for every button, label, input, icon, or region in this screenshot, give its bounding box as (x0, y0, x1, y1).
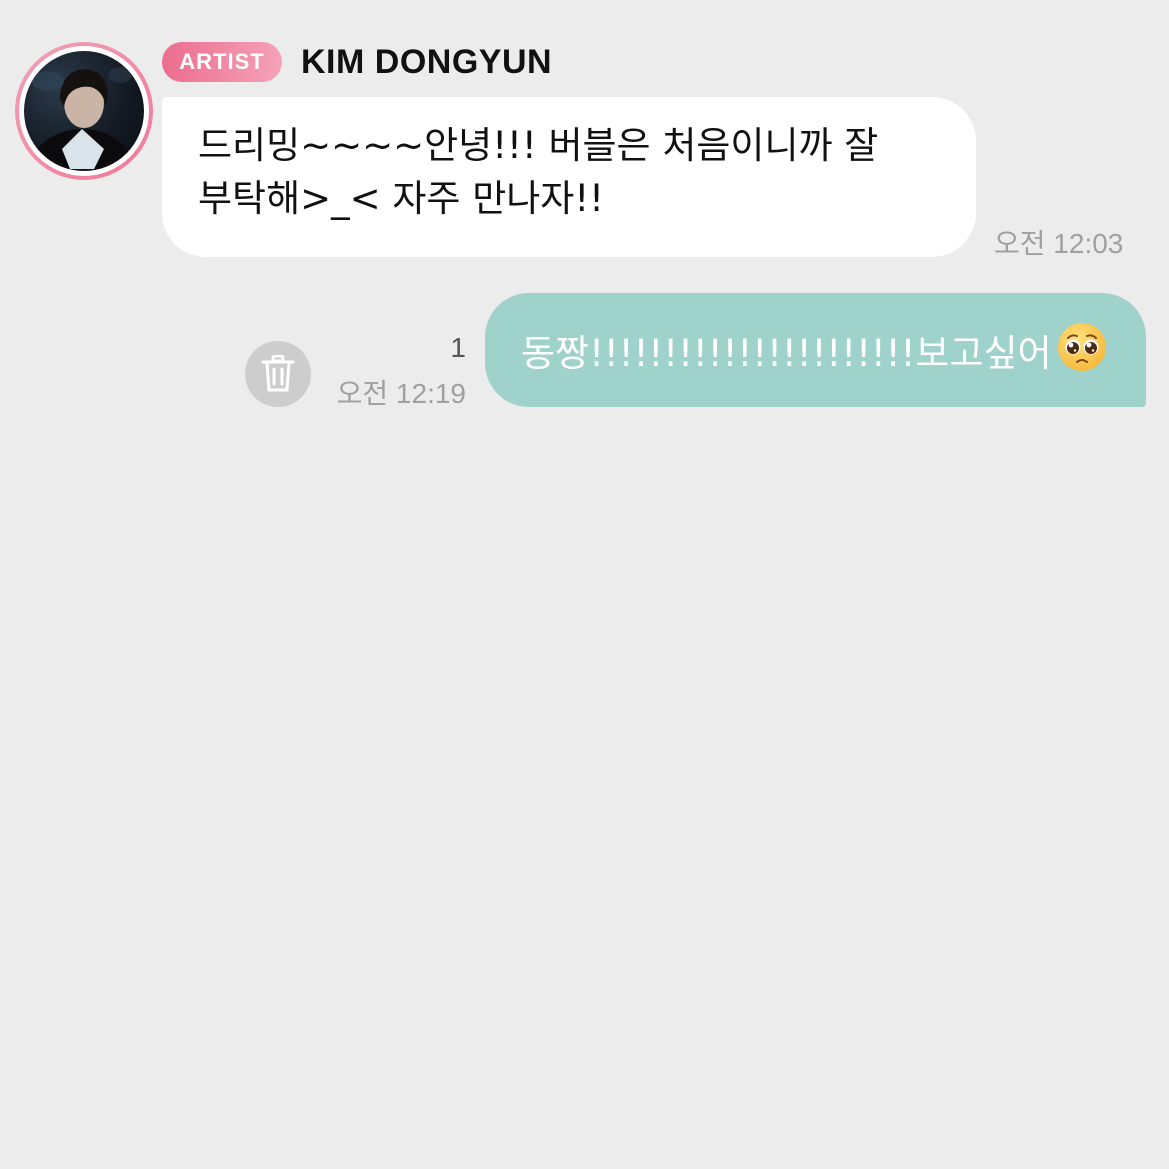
avatar-border (19, 46, 149, 176)
unread-count: 1 (450, 332, 466, 363)
outgoing-message-time: 오전 12:19 (336, 378, 466, 409)
avatar-portrait-icon (30, 67, 134, 169)
artist-badge: ARTIST (162, 42, 282, 82)
incoming-message-bubble[interactable]: 드리밍~~~~안녕!!! 버블은 처음이니까 잘 부탁해>_< 자주 만나자!! (162, 97, 976, 257)
outgoing-message-text: 동짱!!!!!!!!!!!!!!!!!!!!!!보고싶어 (521, 332, 1052, 375)
sender-name: KIM DONGYUN (301, 43, 553, 81)
delete-message-button[interactable] (245, 341, 311, 407)
artist-avatar[interactable] (15, 42, 153, 180)
trash-icon (261, 355, 295, 392)
incoming-message-text: 드리밍~~~~안녕!!! 버블은 처음이니까 잘 부탁해>_< 자주 만나자!! (198, 124, 879, 220)
outgoing-message-bubble[interactable]: 동짱!!!!!!!!!!!!!!!!!!!!!!보고싶어 (485, 293, 1146, 407)
avatar-photo (24, 51, 144, 171)
incoming-message-time: 오전 12:03 (994, 228, 1124, 259)
pleading-face-icon (1057, 323, 1106, 371)
